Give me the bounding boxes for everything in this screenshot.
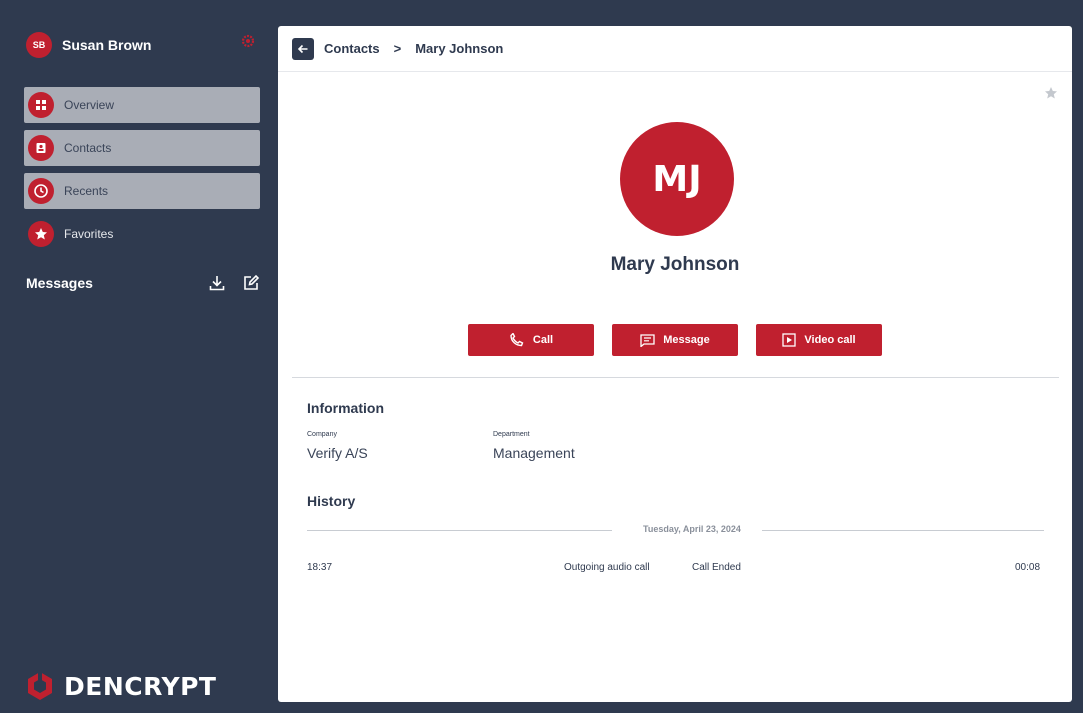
history-status: Call Ended: [692, 562, 741, 573]
back-button[interactable]: [292, 37, 314, 60]
sidebar-item-favorites[interactable]: Favorites: [24, 216, 260, 252]
contact-avatar: MJ: [620, 122, 734, 236]
brand-logo: DENCRYPT: [24, 670, 216, 702]
contact-actions: Call Message Video call: [468, 324, 900, 356]
separator-line: [307, 530, 612, 531]
company-label: Company: [307, 431, 337, 438]
sidebar-item-contacts[interactable]: Contacts: [24, 130, 260, 166]
department-label: Department: [493, 431, 530, 438]
video-icon: [782, 333, 797, 347]
history-title: History: [307, 493, 356, 509]
phone-icon: [509, 333, 525, 347]
brand-mark-icon: [28, 672, 52, 700]
settings-gear-icon[interactable]: [240, 33, 256, 49]
sidebar-nav: Overview Contacts Recents Favorites: [24, 87, 260, 259]
star-icon: [28, 221, 54, 247]
sidebar-item-label: Favorites: [64, 227, 114, 241]
sidebar-item-overview[interactable]: Overview: [24, 87, 260, 123]
breadcrumb: Contacts > Mary Johnson: [278, 26, 1072, 72]
contact-name: Mary Johnson: [610, 254, 740, 275]
breadcrumb-current: Mary Johnson: [415, 41, 504, 56]
user-name: Susan Brown: [62, 37, 152, 53]
section-divider: [292, 377, 1059, 378]
breadcrumb-separator: >: [393, 41, 402, 56]
information-title: Information: [307, 400, 384, 416]
contacts-icon: [28, 135, 54, 161]
video-call-button[interactable]: Video call: [756, 324, 882, 356]
messages-header: Messages: [26, 272, 262, 294]
messages-title: Messages: [26, 275, 93, 291]
arrow-left-icon: [297, 44, 308, 53]
message-icon: [640, 333, 655, 347]
compose-icon[interactable]: [240, 272, 262, 294]
download-icon[interactable]: [206, 272, 228, 294]
sidebar-item-label: Overview: [64, 98, 115, 112]
history-date: Tuesday, April 23, 2024: [643, 524, 741, 534]
history-type: Outgoing audio call: [564, 562, 650, 573]
user-avatar: SB: [26, 32, 52, 58]
sidebar-item-label: Recents: [64, 184, 109, 198]
history-duration: 00:08: [1015, 562, 1041, 573]
clock-icon: [28, 178, 54, 204]
sidebar-item-label: Contacts: [64, 141, 112, 155]
department-value: Management: [493, 445, 575, 461]
breadcrumb-contacts-link[interactable]: Contacts: [324, 41, 380, 56]
company-value: Verify A/S: [307, 445, 368, 461]
contact-detail-panel: Contacts > Mary Johnson MJ Mary Johnson …: [278, 26, 1072, 702]
history-date-separator: Tuesday, April 23, 2024: [307, 524, 1044, 536]
brand-name: DENCRYPT: [64, 671, 217, 701]
favorite-star-icon[interactable]: [1044, 86, 1058, 100]
history-time: 18:37: [307, 562, 333, 573]
call-button-label: Call: [532, 334, 554, 346]
call-button[interactable]: Call: [468, 324, 594, 356]
user-profile[interactable]: SB Susan Brown: [26, 32, 151, 58]
message-button[interactable]: Message: [612, 324, 738, 356]
sidebar-item-recents[interactable]: Recents: [24, 173, 260, 209]
message-button-label: Message: [663, 334, 710, 346]
grid-icon: [28, 92, 54, 118]
sidebar: SB Susan Brown Overview Contacts Recents: [0, 0, 278, 713]
video-call-button-label: Video call: [804, 334, 856, 346]
separator-line: [762, 530, 1044, 531]
